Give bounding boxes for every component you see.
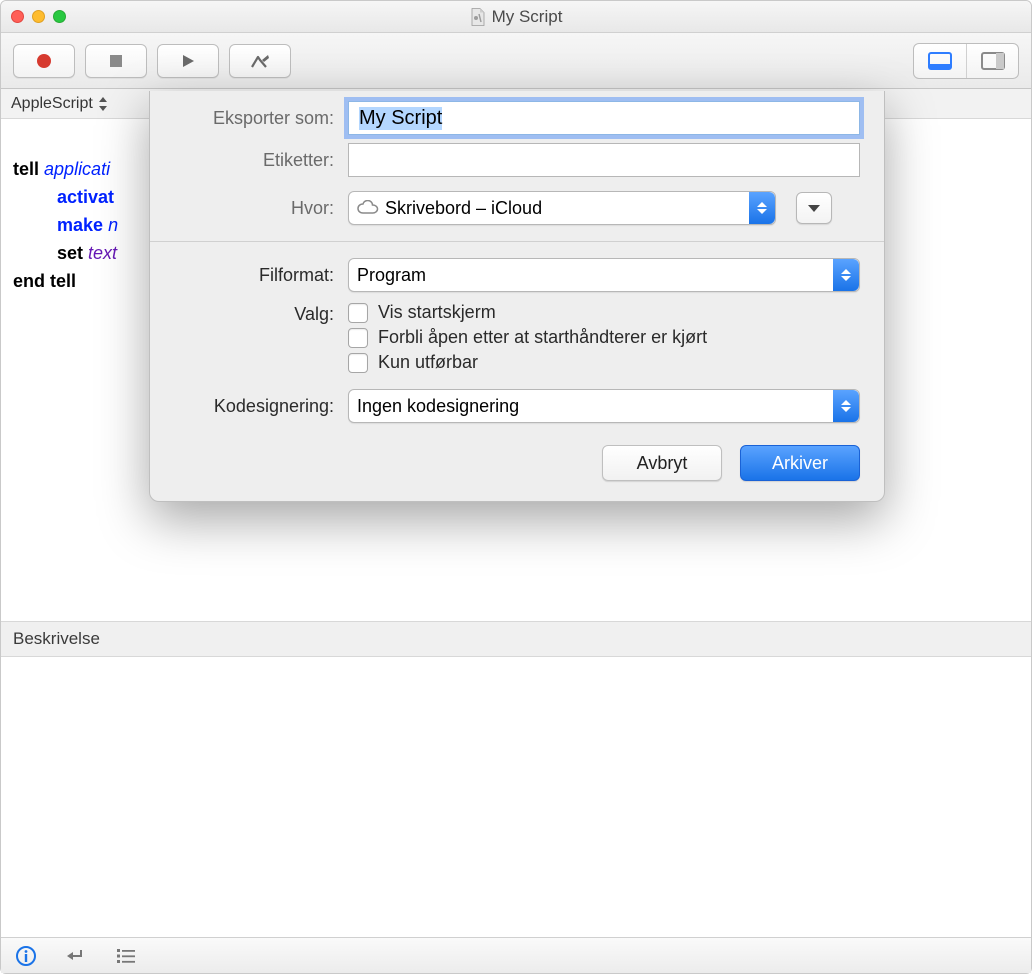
window-title: My Script xyxy=(492,7,563,27)
cancel-button-label: Avbryt xyxy=(637,453,688,474)
divider xyxy=(150,241,884,242)
info-icon[interactable] xyxy=(15,945,37,967)
updown-icon xyxy=(97,97,109,111)
tags-input[interactable] xyxy=(348,143,860,177)
codesign-value: Ingen kodesignering xyxy=(357,396,519,417)
options-label: Valg: xyxy=(174,300,334,325)
code-kw: end tell xyxy=(13,271,76,291)
where-select[interactable]: Skrivebord – iCloud xyxy=(348,191,776,225)
export-as-input[interactable] xyxy=(348,101,860,135)
description-label: Beskrivelse xyxy=(13,629,100,649)
description-body[interactable] xyxy=(1,657,1031,937)
view-result-button[interactable] xyxy=(914,44,966,78)
record-button[interactable] xyxy=(13,44,75,78)
stop-button[interactable] xyxy=(85,44,147,78)
run-button[interactable] xyxy=(157,44,219,78)
export-dialog: Eksporter som: Etiketter: Hvor: Skrivebo… xyxy=(149,91,885,502)
export-as-label: Eksporter som: xyxy=(174,108,334,129)
updown-icon xyxy=(833,390,859,422)
window-title-area: My Script xyxy=(1,7,1031,27)
show-startup-checkbox[interactable] xyxy=(348,303,368,323)
code-prop: text xyxy=(88,243,117,263)
cancel-button[interactable]: Avbryt xyxy=(602,445,722,481)
document-icon xyxy=(470,8,486,26)
codesign-select[interactable]: Ingen kodesignering xyxy=(348,389,860,423)
save-button-label: Arkiver xyxy=(772,453,828,474)
code-kw: set xyxy=(57,243,83,263)
run-only-label: Kun utførbar xyxy=(378,352,478,373)
fileformat-select[interactable]: Program xyxy=(348,258,860,292)
language-label: AppleScript xyxy=(11,95,93,113)
code-kw: tell xyxy=(13,159,39,179)
where-value: Skrivebord – iCloud xyxy=(385,198,542,219)
cloud-icon xyxy=(357,200,379,216)
chevron-down-icon xyxy=(808,205,820,212)
app-window: My Script AppleScript tell xyxy=(0,0,1032,974)
bottom-bar xyxy=(1,937,1031,973)
stay-open-label: Forbli åpen etter at starthåndterer er k… xyxy=(378,327,707,348)
tags-label: Etiketter: xyxy=(174,150,334,171)
list-icon[interactable] xyxy=(115,945,137,967)
run-only-checkbox[interactable] xyxy=(348,353,368,373)
where-disclosure-button[interactable] xyxy=(796,192,832,224)
view-toggle-group xyxy=(913,43,1019,79)
where-label: Hvor: xyxy=(174,198,334,219)
fileformat-value: Program xyxy=(357,265,426,286)
updown-icon xyxy=(833,259,859,291)
code-app: applicati xyxy=(44,159,110,179)
view-log-button[interactable] xyxy=(966,44,1018,78)
return-icon[interactable] xyxy=(65,945,87,967)
show-startup-label: Vis startskjerm xyxy=(378,302,496,323)
save-button[interactable]: Arkiver xyxy=(740,445,860,481)
code-cmd: make xyxy=(57,215,103,235)
codesign-label: Kodesignering: xyxy=(174,396,334,417)
code-cmd: activat xyxy=(57,187,114,207)
compile-button[interactable] xyxy=(229,44,291,78)
description-header: Beskrivelse xyxy=(1,621,1031,657)
updown-icon xyxy=(749,192,775,224)
code-txt: n xyxy=(108,215,118,235)
fileformat-label: Filformat: xyxy=(174,265,334,286)
toolbar xyxy=(1,33,1031,89)
titlebar: My Script xyxy=(1,1,1031,33)
stay-open-checkbox[interactable] xyxy=(348,328,368,348)
